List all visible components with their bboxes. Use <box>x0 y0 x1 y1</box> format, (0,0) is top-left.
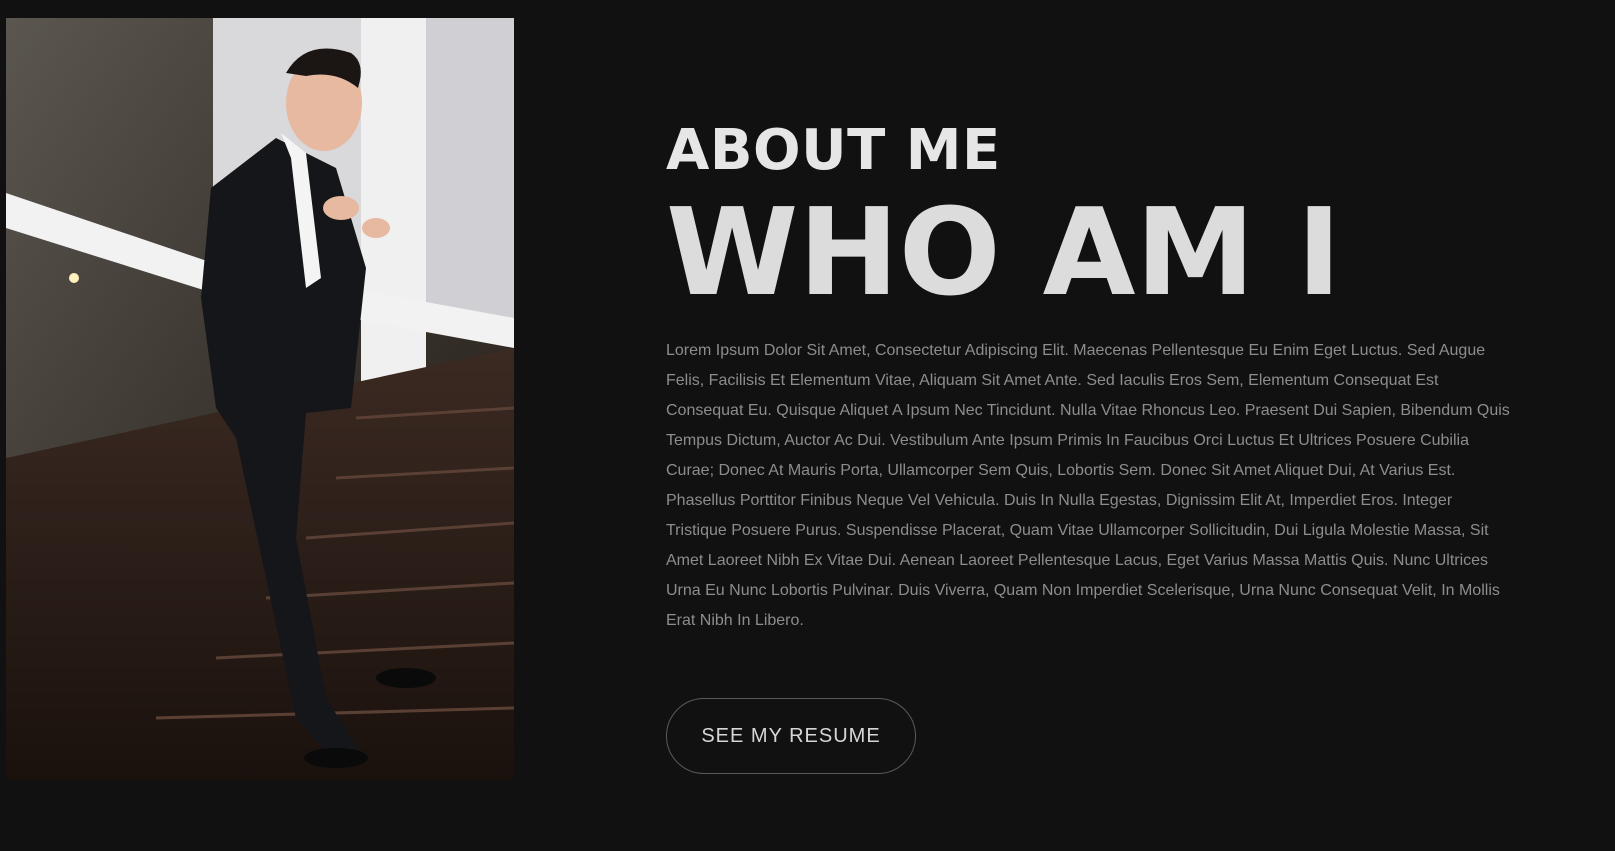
bio-text: Lorem Ipsum Dolor Sit Amet, Consectetur … <box>666 342 1510 629</box>
see-resume-button[interactable]: SEE MY RESUME <box>666 698 916 774</box>
about-section: ABOUT ME WHO AM I Lorem Ipsum Dolor Sit … <box>0 0 1615 851</box>
about-content: ABOUT ME WHO AM I Lorem Ipsum Dolor Sit … <box>666 118 1526 636</box>
portrait-image <box>6 18 514 780</box>
page-title: WHO AM I <box>666 184 1342 323</box>
section-kicker: ABOUT ME <box>666 118 1001 183</box>
profile-photo <box>6 18 514 780</box>
